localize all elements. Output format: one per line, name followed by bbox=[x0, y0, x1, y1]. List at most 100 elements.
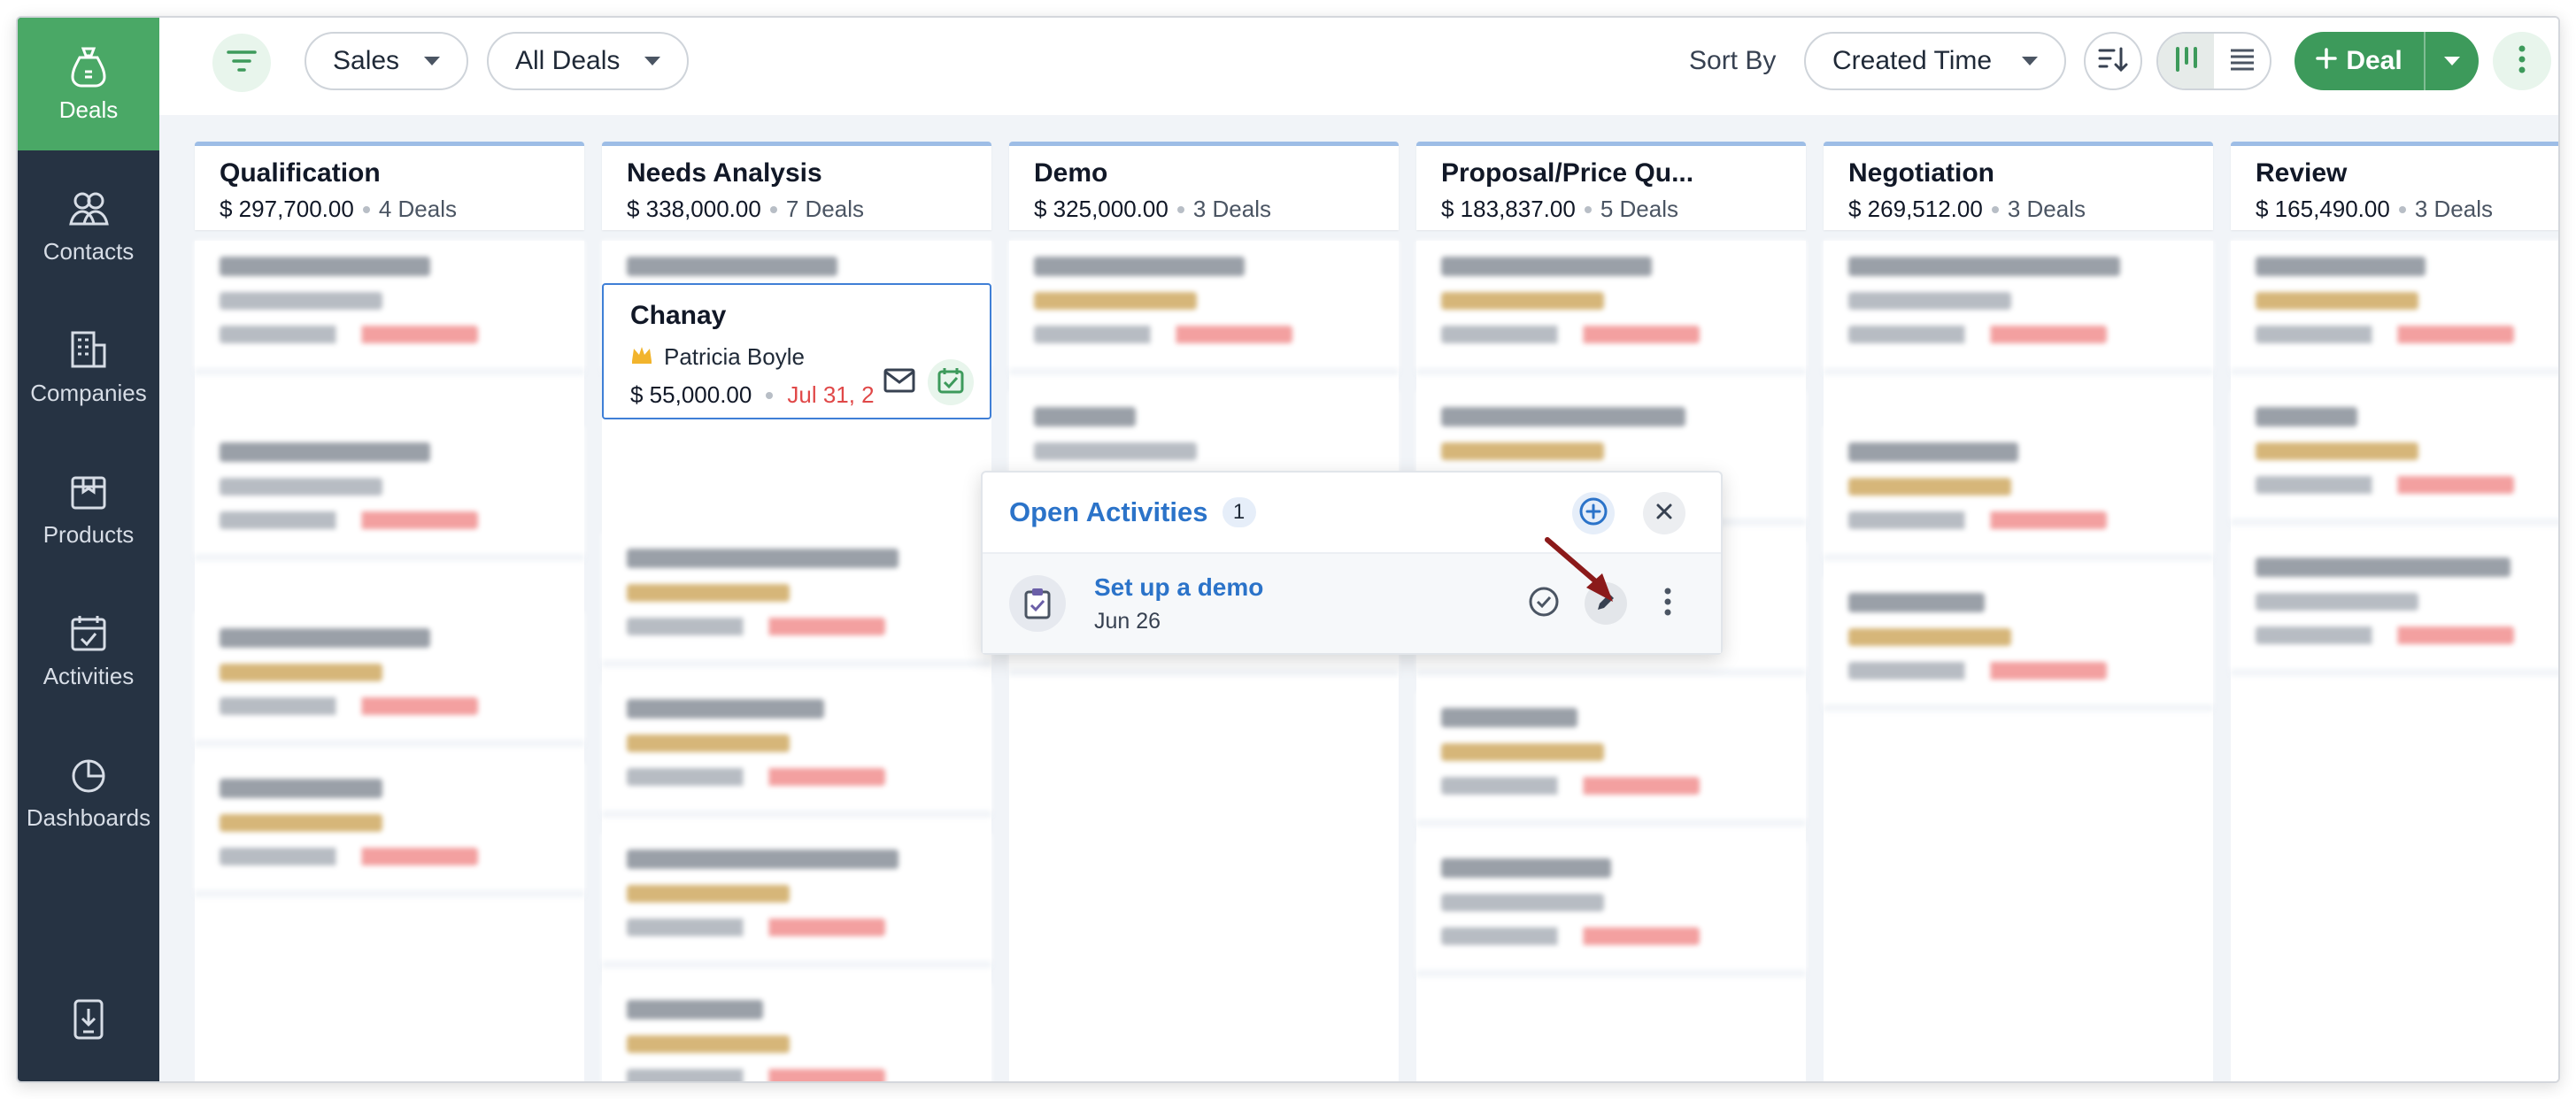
stage-summary: $ 183,837.00 5 Deals bbox=[1441, 196, 1781, 223]
sidebar-item-companies[interactable]: Companies bbox=[18, 301, 159, 434]
create-deal-dropdown-button[interactable] bbox=[2424, 32, 2479, 90]
sidebar-item-activities[interactable]: Activities bbox=[18, 584, 159, 717]
email-icon[interactable] bbox=[883, 368, 915, 397]
stage-header: Needs Analysis $ 338,000.00 7 Deals bbox=[602, 142, 991, 230]
deal-card-blurred[interactable] bbox=[1824, 577, 2213, 711]
activity-title-link[interactable]: Set up a demo bbox=[1094, 573, 1263, 602]
deal-card-blurred[interactable] bbox=[1824, 241, 2213, 375]
calendar-check-icon bbox=[937, 366, 965, 399]
companies-icon bbox=[67, 328, 110, 371]
sort-order-button[interactable] bbox=[2084, 32, 2142, 90]
stage-amount: $ 183,837.00 bbox=[1441, 196, 1576, 222]
stage-deal-count: 3 Deals bbox=[2414, 196, 2493, 222]
sort-order-icon bbox=[2098, 46, 2128, 77]
filter-button[interactable] bbox=[212, 34, 271, 92]
activity-more-button[interactable] bbox=[1647, 582, 1689, 625]
more-options-button[interactable] bbox=[2493, 32, 2551, 90]
view-select[interactable]: All Deals bbox=[487, 32, 690, 90]
sort-select-value: Created Time bbox=[1832, 46, 1993, 75]
kanban-icon bbox=[2173, 46, 2200, 77]
stage-title: Needs Analysis bbox=[627, 158, 822, 188]
view-select-value: All Deals bbox=[515, 46, 621, 75]
stage-deal-count: 3 Deals bbox=[1192, 196, 1271, 222]
close-popover-button[interactable] bbox=[1643, 492, 1685, 534]
pipeline-select[interactable]: Sales bbox=[305, 32, 469, 90]
view-toggle bbox=[2156, 32, 2271, 90]
stage-card-list bbox=[195, 241, 584, 1081]
task-icon bbox=[1009, 575, 1066, 632]
stage-summary: $ 338,000.00 7 Deals bbox=[627, 196, 967, 223]
products-icon bbox=[67, 470, 110, 512]
deal-card-blurred[interactable] bbox=[1009, 241, 1399, 375]
chevron-down-icon bbox=[2022, 57, 2038, 65]
sidebar-item-label: Activities bbox=[42, 662, 135, 689]
stage-title: Review bbox=[2256, 158, 2348, 188]
sidebar-item-label: Deals bbox=[58, 96, 119, 123]
sidebar-item-dashboards[interactable]: Dashboards bbox=[18, 726, 159, 858]
stage-summary: $ 325,000.00 3 Deals bbox=[1034, 196, 1374, 223]
sort-by-label: Sort By bbox=[1689, 46, 1777, 75]
stage-deal-count: 5 Deals bbox=[1600, 196, 1678, 222]
stage-header: Proposal/Price Qu... $ 183,837.00 5 Deals bbox=[1416, 142, 1806, 230]
deal-card-actions bbox=[883, 359, 974, 405]
deal-card-blurred[interactable] bbox=[1416, 692, 1806, 826]
stage-title: Proposal/Price Qu... bbox=[1441, 158, 1694, 188]
deal-card-blurred[interactable] bbox=[195, 241, 584, 375]
stage-header: Demo $ 325,000.00 3 Deals bbox=[1009, 142, 1399, 230]
deal-card-blurred[interactable] bbox=[195, 427, 584, 561]
deal-card-blurred[interactable] bbox=[1416, 842, 1806, 977]
stage-deal-count: 3 Deals bbox=[2007, 196, 2086, 222]
stage-title: Demo bbox=[1034, 158, 1108, 188]
stage-deal-count: 4 Deals bbox=[378, 196, 457, 222]
deal-card-blurred[interactable] bbox=[602, 533, 991, 667]
deal-card-chanay[interactable]: Chanay Patricia Boyle $ 55,000.00 Jul 31… bbox=[602, 283, 991, 419]
mobile-app-icon[interactable] bbox=[62, 993, 115, 1046]
deal-card-blurred[interactable] bbox=[195, 763, 584, 897]
sidebar-item-products[interactable]: Products bbox=[18, 442, 159, 575]
stage-header: Review $ 165,490.00 3 Deals bbox=[2231, 142, 2558, 230]
kanban-view-button[interactable] bbox=[2158, 34, 2214, 88]
chevron-down-icon bbox=[644, 57, 661, 65]
sidebar: Deals Contacts Companies Products Activi… bbox=[18, 18, 159, 1081]
deal-card-blurred[interactable] bbox=[195, 612, 584, 747]
pipeline-select-value: Sales bbox=[333, 46, 400, 75]
stage-amount: $ 269,512.00 bbox=[1848, 196, 1983, 222]
deal-card-blurred[interactable] bbox=[602, 984, 991, 1081]
sidebar-item-deals[interactable]: Deals bbox=[18, 18, 159, 150]
sidebar-item-contacts[interactable]: Contacts bbox=[18, 159, 159, 292]
list-view-button[interactable] bbox=[2214, 34, 2270, 88]
deal-card-blurred[interactable] bbox=[2231, 542, 2558, 676]
stage-amount: $ 165,490.00 bbox=[2256, 196, 2390, 222]
deal-card-blurred[interactable] bbox=[1416, 241, 1806, 375]
stage-column-qualification: Qualification $ 297,700.00 4 Deals bbox=[195, 142, 584, 1081]
add-activity-button[interactable] bbox=[1572, 492, 1615, 534]
sidebar-item-label: Dashboards bbox=[26, 803, 151, 831]
create-deal-button[interactable]: Deal bbox=[2294, 32, 2424, 90]
dashboards-icon bbox=[67, 753, 110, 795]
activities-icon bbox=[67, 611, 110, 654]
stage-card-list bbox=[1416, 241, 1806, 1081]
stage-column-review: Review $ 165,490.00 3 Deals bbox=[2231, 142, 2558, 1081]
contacts-icon bbox=[67, 187, 110, 229]
create-deal-button-group: Deal bbox=[2294, 32, 2479, 90]
sidebar-item-label: Contacts bbox=[42, 237, 135, 265]
open-activities-button[interactable] bbox=[928, 359, 974, 405]
sidebar-item-label: Companies bbox=[30, 379, 147, 406]
sort-select[interactable]: Created Time bbox=[1804, 32, 2066, 90]
more-vertical-icon bbox=[2518, 44, 2526, 79]
deal-card-blurred[interactable] bbox=[2231, 241, 2558, 375]
plus-circle-icon bbox=[1578, 496, 1608, 531]
plus-icon bbox=[2316, 46, 2338, 76]
deal-card-blurred[interactable] bbox=[1824, 427, 2213, 561]
stage-card-list bbox=[2231, 241, 2558, 1081]
annotation-arrow-icon bbox=[1545, 537, 1613, 602]
stage-column-negotiation: Negotiation $ 269,512.00 3 Deals bbox=[1824, 142, 2213, 1081]
deal-card-blurred[interactable] bbox=[602, 834, 991, 968]
list-icon bbox=[2229, 48, 2256, 75]
deals-icon bbox=[67, 45, 110, 88]
deal-amount: $ 55,000.00 bbox=[630, 381, 752, 408]
deal-closing-date: Jul 31, 2 bbox=[787, 381, 875, 408]
toolbar: Sales All Deals Sort By Created Time Dea… bbox=[159, 18, 2558, 115]
deal-card-blurred[interactable] bbox=[2231, 391, 2558, 526]
deal-card-blurred[interactable] bbox=[602, 683, 991, 818]
